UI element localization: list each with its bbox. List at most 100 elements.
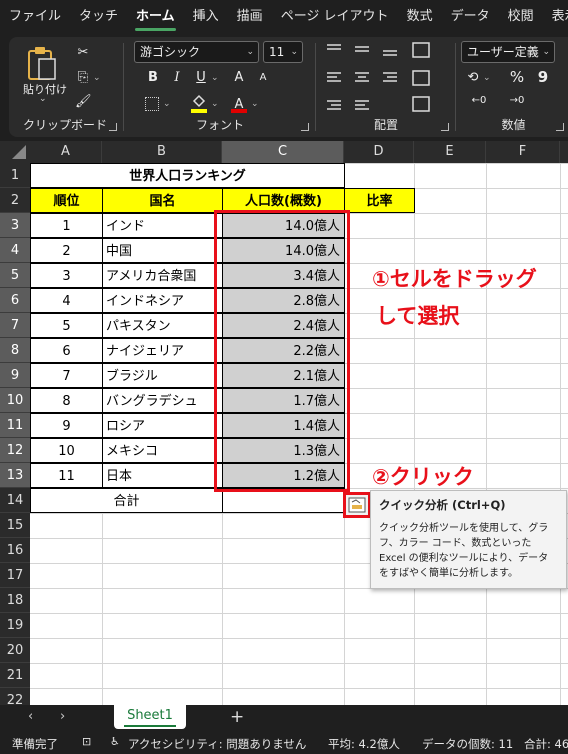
column-header-F[interactable]: F [486,141,560,163]
row-header-7[interactable]: 7 [0,313,30,338]
rank-cell[interactable]: 8 [30,388,103,413]
font-launcher-icon[interactable] [301,123,309,131]
country-cell[interactable]: ナイジェリア [102,338,223,363]
country-cell[interactable]: ブラジル [102,363,223,388]
menu-tab-8[interactable]: 校閲 [499,0,543,36]
font-color-dropdown-icon[interactable]: ⌄ [251,99,259,109]
status-count[interactable]: データの個数: 11 [422,736,513,752]
rank-cell[interactable]: 7 [30,363,103,388]
cut-icon[interactable]: ✂ [75,45,91,60]
copy-icon[interactable]: ⎘ [75,70,91,85]
country-cell[interactable]: インド [102,213,223,238]
menu-tab-1[interactable]: タッチ [70,0,127,36]
menu-tab-3[interactable]: 挿入 [184,0,228,36]
country-cell[interactable]: インドネシア [102,288,223,313]
currency-icon[interactable]: ⟲ [465,70,481,85]
alignment-launcher-icon[interactable] [441,123,449,131]
scroll-left-icon[interactable]: ‹ [28,709,33,724]
menu-tab-5[interactable]: ページ レイアウト [272,0,398,36]
percent-button[interactable]: % [509,68,525,86]
row-header-1[interactable]: 1 [0,163,30,188]
font-shrink-button[interactable]: A [255,72,271,83]
row-header-6[interactable]: 6 [0,288,30,313]
number-launcher-icon[interactable] [556,123,564,131]
row-header-10[interactable]: 10 [0,388,30,413]
row-header-4[interactable]: 4 [0,238,30,263]
paste-dropdown-icon[interactable]: ⌄ [39,94,47,104]
row-header-22[interactable]: 22 [0,688,30,705]
column-header-D[interactable]: D [344,141,414,163]
rank-cell[interactable]: 4 [30,288,103,313]
increase-decimal-icon[interactable]: ←0 [471,95,487,106]
comma-style-button[interactable]: 9 [535,68,551,86]
menu-tab-0[interactable]: ファイル [0,0,70,36]
font-size-select[interactable]: 11 ⌄ [263,41,303,63]
sheet-tab-sheet1[interactable]: Sheet1 [114,705,186,729]
country-cell[interactable]: ロシア [102,413,223,438]
row-header-2[interactable]: 2 [0,188,30,213]
menu-tab-7[interactable]: データ [442,0,499,36]
country-cell[interactable]: 中国 [102,238,223,263]
quick-analysis-button[interactable] [343,492,371,518]
country-cell[interactable]: バングラデシュ [102,388,223,413]
currency-dropdown-icon[interactable]: ⌄ [483,73,491,83]
column-header-C[interactable]: C [222,141,344,163]
row-header-20[interactable]: 20 [0,638,30,663]
column-header-A[interactable]: A [30,141,102,163]
number-format-select[interactable]: ユーザー定義 ⌄ [461,41,555,63]
row-header-9[interactable]: 9 [0,363,30,388]
row-header-13[interactable]: 13 [0,463,30,488]
row-header-5[interactable]: 5 [0,263,30,288]
menu-tab-9[interactable]: 表示 [543,0,568,36]
paste-button[interactable] [25,45,59,83]
row-header-8[interactable]: 8 [0,338,30,363]
status-accessibility[interactable]: アクセシビリティ: 問題ありません [128,736,306,752]
country-cell[interactable]: パキスタン [102,313,223,338]
rank-cell[interactable]: 10 [30,438,103,463]
worksheet-grid[interactable]: ABCDEF 1 2 3 4 5 6 7 8 9 10 11 12 13 14 15 16 17 18 19 20 21… [0,141,568,705]
select-all-corner[interactable] [0,141,30,163]
underline-button[interactable]: U [193,70,209,85]
font-color-button[interactable]: A [231,93,247,113]
rank-cell[interactable]: 3 [30,263,103,288]
column-header-E[interactable]: E [414,141,486,163]
copy-dropdown-icon[interactable]: ⌄ [93,73,101,83]
scroll-right-icon[interactable]: › [60,709,65,724]
add-sheet-button[interactable]: + [230,707,244,727]
row-header-19[interactable]: 19 [0,613,30,638]
font-grow-button[interactable]: A [231,70,247,85]
rank-cell[interactable]: 11 [30,463,103,488]
decrease-decimal-icon[interactable]: →0 [509,95,525,106]
accessibility-icon[interactable]: ♿ [110,735,120,748]
rank-cell[interactable]: 6 [30,338,103,363]
rank-cell[interactable]: 1 [30,213,103,238]
font-name-select[interactable]: 游ゴシック ⌄ [134,41,259,63]
country-cell[interactable]: メキシコ [102,438,223,463]
underline-dropdown-icon[interactable]: ⌄ [211,73,219,83]
status-sum[interactable]: 合計: 46 [524,736,568,752]
row-header-12[interactable]: 12 [0,438,30,463]
row-header-21[interactable]: 21 [0,663,30,688]
menu-tab-4[interactable]: 描画 [228,0,272,36]
fill-color-button[interactable] [191,93,207,113]
total-label-cell[interactable]: 合計 [30,488,223,513]
macro-record-icon[interactable]: ⊡ [82,735,91,748]
menu-tab-2[interactable]: ホーム [127,0,184,36]
format-painter-icon[interactable]: 🖌 [75,94,92,109]
row-header-17[interactable]: 17 [0,563,30,588]
borders-dropdown-icon[interactable]: ⌄ [163,99,171,109]
rank-cell[interactable]: 5 [30,313,103,338]
menu-tab-6[interactable]: 数式 [398,0,442,36]
row-header-16[interactable]: 16 [0,538,30,563]
fill-dropdown-icon[interactable]: ⌄ [211,99,219,109]
bold-button[interactable]: B [145,70,161,85]
borders-icon[interactable] [145,97,159,111]
italic-button[interactable]: I [169,70,185,85]
row-header-14[interactable]: 14 [0,488,30,513]
country-cell[interactable]: 日本 [102,463,223,488]
row-header-18[interactable]: 18 [0,588,30,613]
clipboard-launcher-icon[interactable] [109,123,117,131]
row-header-3[interactable]: 3 [0,213,30,238]
row-header-11[interactable]: 11 [0,413,30,438]
row-header-15[interactable]: 15 [0,513,30,538]
